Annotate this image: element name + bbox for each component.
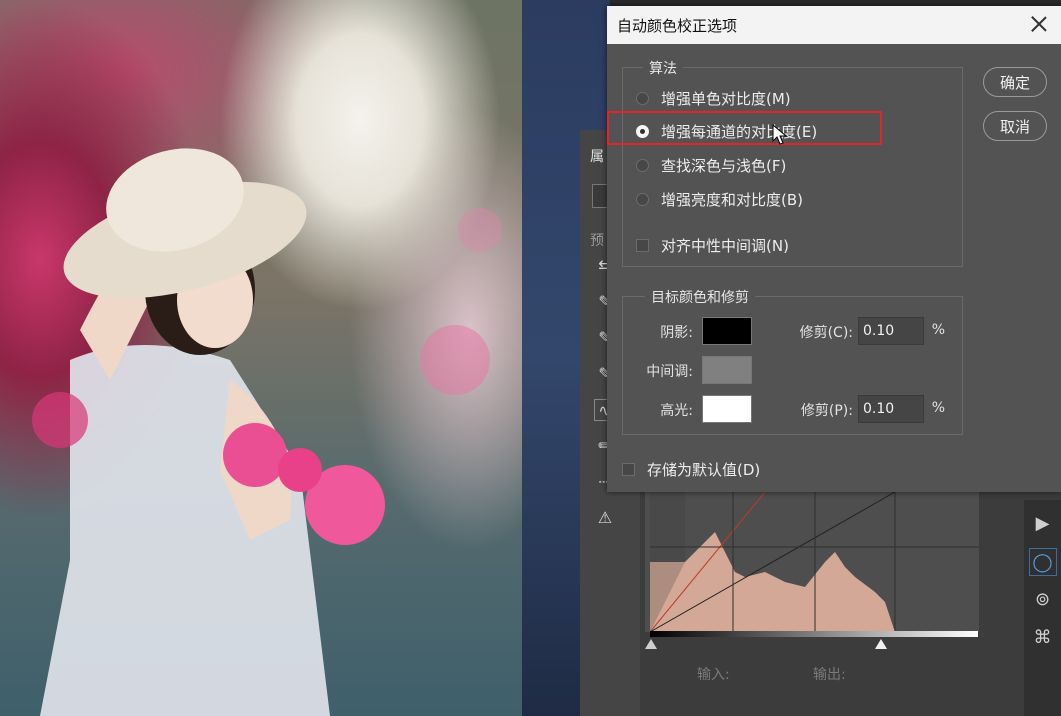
option-label: 增强亮度和对比度(B)	[661, 191, 803, 209]
ok-button[interactable]: 确定	[983, 67, 1047, 97]
option-find-dark-light[interactable]: 查找深色与浅色(F)	[636, 155, 786, 176]
shadows-label: 阴影:	[660, 325, 693, 341]
close-icon[interactable]	[1029, 14, 1049, 34]
save-default-checkbox[interactable]	[622, 463, 635, 476]
radio-find-dark-light[interactable]	[636, 159, 649, 172]
clip-shadow-label: 修剪(C):	[799, 325, 853, 341]
snap-neutral-checkbox[interactable]	[636, 239, 649, 252]
input-label: 输入:	[697, 667, 730, 683]
dialog-title: 自动颜色校正选项	[617, 16, 738, 35]
percent-label: %	[931, 400, 945, 416]
radio-monochromatic[interactable]	[636, 92, 649, 105]
option-monochromatic-contrast[interactable]: 增强单色对比度(M)	[636, 88, 791, 109]
highlights-label: 高光:	[660, 403, 693, 419]
warning-icon[interactable]: ⚠	[594, 507, 616, 529]
snap-neutral-checkbox-row[interactable]: 对齐中性中间调(N)	[636, 235, 789, 256]
white-point-slider[interactable]	[875, 639, 887, 649]
target-legend: 目标颜色和修剪	[645, 287, 755, 307]
curves-graph[interactable]	[645, 492, 979, 632]
midtones-label: 中间调:	[646, 364, 693, 380]
annotation-highlight-box	[607, 111, 882, 145]
save-default-checkbox-row[interactable]: 存储为默认值(D)	[622, 459, 760, 480]
properties-tab-label[interactable]: 属	[590, 146, 604, 166]
save-default-label: 存储为默认值(D)	[647, 461, 761, 479]
dialog-titlebar: 自动颜色校正选项	[607, 6, 1061, 44]
black-point-slider[interactable]	[645, 639, 657, 649]
path-icon[interactable]: ⌘	[1029, 624, 1057, 652]
shadow-color-swatch[interactable]	[702, 317, 752, 345]
play-icon[interactable]: ▶	[1029, 510, 1057, 538]
option-label: 查找深色与浅色(F)	[661, 157, 787, 175]
input-gradient-bar	[650, 631, 978, 637]
percent-label: %	[931, 322, 945, 338]
option-brightness-contrast[interactable]: 增强亮度和对比度(B)	[636, 189, 803, 210]
radio-brightness-contrast[interactable]	[636, 193, 649, 206]
clip-highlight-input[interactable]: 0.10	[858, 395, 924, 423]
algorithm-legend: 算法	[643, 58, 683, 78]
circle-icon[interactable]: ◯	[1028, 548, 1057, 576]
auto-color-correction-dialog: 自动颜色校正选项 算法 增强单色对比度(M) 增强每通道的对比度(E) 查找深色…	[607, 6, 1061, 492]
channels-icon[interactable]: ⊚	[1029, 586, 1057, 614]
highlight-color-swatch[interactable]	[702, 395, 752, 423]
clip-shadow-input[interactable]: 0.10	[858, 317, 924, 345]
cursor-icon	[772, 124, 788, 145]
output-label: 输出:	[813, 667, 846, 683]
preset-label: 预	[590, 233, 604, 249]
right-toolbar: ▶ ◯ ⊚ ⌘	[1024, 500, 1061, 716]
cancel-button[interactable]: 取消	[983, 111, 1047, 141]
clip-highlight-label: 修剪(P):	[800, 403, 853, 419]
photo-canvas-left	[0, 0, 522, 716]
snap-neutral-label: 对齐中性中间调(N)	[661, 237, 789, 255]
midtone-color-swatch[interactable]	[702, 356, 752, 384]
option-label: 增强单色对比度(M)	[661, 90, 791, 108]
